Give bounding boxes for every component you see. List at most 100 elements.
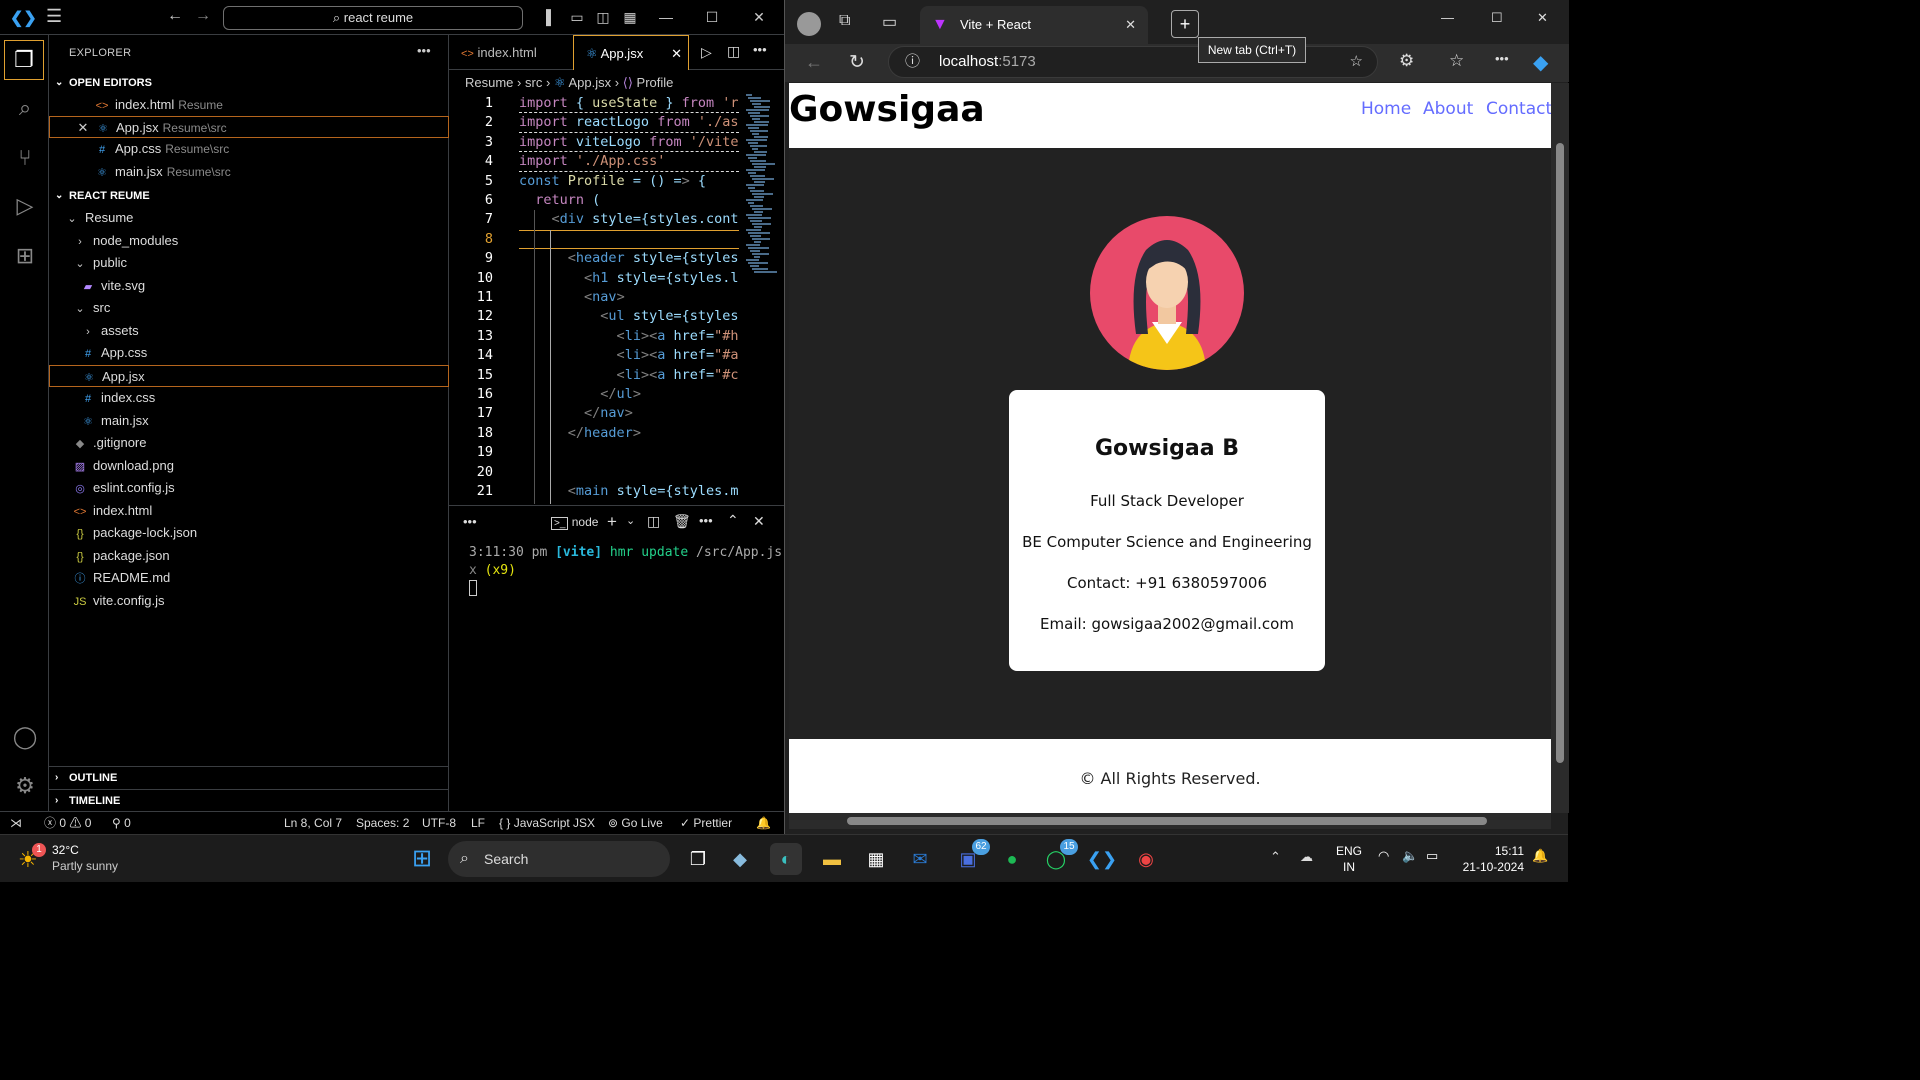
whatsapp-icon[interactable]: ◯ 15 <box>1040 839 1078 875</box>
tree-item[interactable]: ⌄ public <box>49 252 449 274</box>
tree-item[interactable]: ▰ vite.svg <box>49 275 449 297</box>
tree-item[interactable]: ⌄ src <box>49 297 449 319</box>
site-info-icon[interactable]: ⓘ <box>905 47 920 77</box>
editor-more-icon[interactable]: ••• <box>753 42 767 57</box>
open-editor-item-active[interactable]: ✕ ⚛ App.jsx Resume\src <box>49 116 449 138</box>
weather-widget[interactable]: ☀ 1 32°C Partly sunny <box>18 841 138 877</box>
forward-arrow-icon[interactable]: → <box>195 7 211 25</box>
code-line[interactable]: <ul style={styles. <box>519 307 739 326</box>
tree-item[interactable]: ⌄ Resume <box>49 207 449 229</box>
toggle-panel-icon[interactable]: ▭ <box>567 7 587 27</box>
tree-item[interactable]: <> index.html <box>49 500 449 522</box>
close-icon[interactable]: ✕ <box>749 7 769 27</box>
code-editor[interactable]: 1 import { useState } from 're 2 import rea… <box>449 94 784 504</box>
tree-item[interactable]: # index.css <box>49 387 449 409</box>
run-icon[interactable]: ▷ <box>701 44 712 61</box>
code-line[interactable]: import reactLogo from './ass <box>519 113 739 133</box>
code-line[interactable] <box>519 229 739 250</box>
run-debug-icon[interactable]: ▷ <box>9 190 41 222</box>
task-view-icon[interactable]: ❐ <box>682 843 714 875</box>
remote-icon[interactable]: ⋊ <box>10 812 22 834</box>
taskbar-search-box[interactable]: ⌕ Search <box>448 841 670 877</box>
language-mode[interactable]: { } JavaScript JSX <box>499 812 595 834</box>
volume-icon[interactable]: 🔈 <box>1402 848 1418 864</box>
page-horizontal-scrollbar[interactable] <box>789 813 1551 829</box>
tree-item[interactable]: {} package.json <box>49 545 449 567</box>
code-line[interactable] <box>519 443 739 462</box>
copilot-icon[interactable]: ◆ <box>1533 50 1548 75</box>
language-indicator[interactable]: ENG IN <box>1336 843 1362 875</box>
editor-scrollbar[interactable] <box>774 94 784 504</box>
microsoft-store-icon[interactable]: ▦ <box>860 843 892 875</box>
customize-layout-icon[interactable]: ▦ <box>620 7 640 27</box>
show-hidden-icons-chevron-icon[interactable]: ⌃ <box>1270 849 1281 865</box>
code-line[interactable] <box>519 463 739 482</box>
code-line[interactable]: return ( <box>519 191 739 210</box>
code-line[interactable]: <div style={styles.conta <box>519 210 739 229</box>
panel-more-icon[interactable]: ••• <box>463 514 477 529</box>
bell-icon[interactable]: 🔔 <box>756 812 771 834</box>
wifi-icon[interactable]: ◠ <box>1378 848 1389 864</box>
prettier-status[interactable]: ✓ Prettier <box>680 812 732 834</box>
outlook-icon[interactable]: ✉ <box>904 843 936 875</box>
menu-icon[interactable]: ☰ <box>46 6 62 27</box>
go-live-button[interactable]: ⊚ Go Live <box>608 812 663 834</box>
explorer-files-icon[interactable]: ❐ <box>4 40 44 80</box>
code-line[interactable]: <h1 style={styles.lo <box>519 269 739 288</box>
toggle-sidebar-icon[interactable]: ▌ <box>541 7 561 27</box>
tree-item[interactable]: {} package-lock.json <box>49 522 449 544</box>
tree-item[interactable]: JS vite.config.js <box>49 590 449 612</box>
scroll-thumb[interactable] <box>847 817 1487 825</box>
tree-item[interactable]: ▨ download.png <box>49 455 449 477</box>
timeline-section[interactable]: › TIMELINE <box>49 789 449 811</box>
indentation[interactable]: Spaces: 2 <box>356 812 409 834</box>
minimize-icon[interactable]: — <box>656 7 676 27</box>
open-editors-section[interactable]: ⌄ OPEN EDITORS <box>49 72 449 94</box>
tree-item[interactable]: ⚛ main.jsx <box>49 410 449 432</box>
cursor-position[interactable]: Ln 8, Col 7 <box>284 812 342 834</box>
tree-item[interactable]: # App.css <box>49 342 449 364</box>
terminal-more-icon[interactable]: ••• <box>699 513 713 528</box>
chrome-icon[interactable]: ◉ <box>1130 843 1162 875</box>
tab-app-jsx[interactable]: ⚛ App.jsx ✕ <box>573 35 689 70</box>
extensions-icon[interactable]: ⚙ <box>1399 51 1414 71</box>
profile-avatar-icon[interactable] <box>797 12 821 36</box>
split-editor-icon[interactable]: ◫ <box>727 43 740 60</box>
toggle-secondary-sidebar-icon[interactable]: ◫ <box>593 7 613 27</box>
code-line[interactable]: </ul> <box>519 385 739 404</box>
tab-index-html[interactable]: <> index.html <box>449 35 569 70</box>
open-editor-item[interactable]: # App.css Resume\src <box>49 138 449 160</box>
copilot-app-icon[interactable]: ◆ <box>724 843 756 875</box>
terminal-output[interactable]: 3:11:30 pm [vite] hmr update /src/App.js… <box>469 544 782 602</box>
settings-gear-icon[interactable]: ⚙ <box>9 770 41 802</box>
spotify-icon[interactable]: ● <box>996 843 1028 875</box>
more-menu-icon[interactable]: ••• <box>1495 51 1509 66</box>
line-ending[interactable]: LF <box>471 812 485 834</box>
close-editor-icon[interactable]: ✕ <box>76 117 90 139</box>
ports-status[interactable]: ⚲ 0 <box>112 812 131 834</box>
maximize-panel-icon[interactable]: ⌃ <box>727 512 739 529</box>
maximize-icon[interactable]: ☐ <box>1491 10 1503 26</box>
close-window-icon[interactable]: ✕ <box>1537 10 1548 26</box>
edge-browser-icon[interactable]: ◐ <box>770 843 802 875</box>
favorites-icon[interactable]: ☆ <box>1449 51 1464 71</box>
nav-about-link[interactable]: About <box>1423 99 1473 119</box>
split-terminal-icon[interactable]: ◫ <box>647 513 660 530</box>
open-editor-item[interactable]: <> index.html Resume <box>49 94 449 116</box>
browser-tab-active[interactable]: ▼ Vite + React ✕ <box>920 6 1148 44</box>
minimize-icon[interactable]: — <box>1441 10 1454 25</box>
minimap[interactable] <box>746 94 777 274</box>
code-line[interactable]: <li><a href="#co <box>519 366 739 385</box>
code-line[interactable]: </nav> <box>519 404 739 423</box>
project-section[interactable]: ⌄ REACT REUME <box>49 185 449 207</box>
windows-start-icon[interactable]: ⊞ <box>406 843 438 875</box>
search-view-icon[interactable]: ⌕ <box>9 92 41 124</box>
code-line[interactable]: <li><a href="#ho <box>519 327 739 346</box>
workspaces-icon[interactable]: ⧉ <box>839 12 850 30</box>
code-line[interactable]: </header> <box>519 424 739 443</box>
maximize-icon[interactable]: ☐ <box>702 7 722 27</box>
problems-status[interactable]: ⓧ 0 ⚠ 0 <box>44 812 91 834</box>
tree-item[interactable]: ◆ .gitignore <box>49 432 449 454</box>
accounts-icon[interactable]: ◯ <box>9 721 41 753</box>
close-tab-icon[interactable]: ✕ <box>1125 6 1136 44</box>
